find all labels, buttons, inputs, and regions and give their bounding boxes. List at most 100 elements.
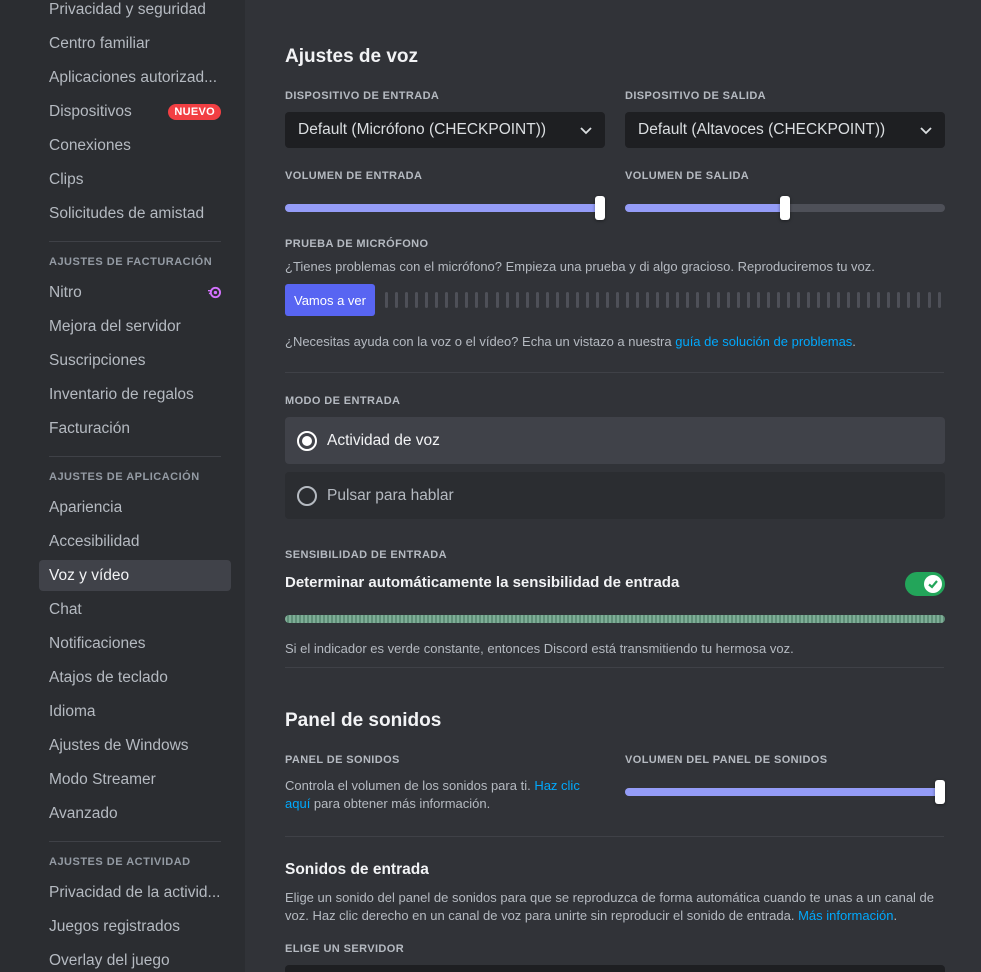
- sidebar-item-label: Chat: [49, 600, 82, 618]
- meter-bar: [445, 292, 449, 308]
- sidebar-item-label: Dispositivos: [49, 102, 132, 120]
- sensitivity-indicator-bar: [285, 615, 945, 623]
- meter-bar: [806, 292, 810, 308]
- troubleshooting-guide-link[interactable]: guía de solución de problemas: [675, 334, 852, 349]
- mic-test-description: ¿Tienes problemas con el micrófono? Empi…: [285, 259, 875, 274]
- more-info-link[interactable]: Más información: [798, 908, 893, 923]
- chevron-down-icon: [580, 127, 592, 135]
- sidebar-item-registered-games[interactable]: Juegos registrados: [39, 911, 231, 942]
- settings-content: Ajustes de voz DISPOSITIVO DE ENTRADA DI…: [245, 0, 981, 972]
- soundboard-volume-handle[interactable]: [935, 780, 945, 804]
- sidebar-item-streamer-mode[interactable]: Modo Streamer: [39, 764, 231, 795]
- meter-bar: [485, 292, 489, 308]
- sidebar-item-windows-settings[interactable]: Ajustes de Windows: [39, 730, 231, 761]
- soundboard-title: Panel de sonidos: [285, 710, 442, 731]
- mic-test-button[interactable]: Vamos a ver: [285, 284, 375, 316]
- sidebar-header-billing: AJUSTES DE FACTURACIÓN: [49, 256, 213, 268]
- sidebar-item-gift-inventory[interactable]: Inventario de regalos: [39, 379, 231, 410]
- settings-sidebar: Privacidad y seguridad Centro familiar A…: [0, 0, 245, 972]
- meter-bar: [435, 292, 439, 308]
- sidebar-item-label: Suscripciones: [49, 351, 146, 369]
- sidebar-item-label: Clips: [49, 170, 84, 188]
- input-device-value: Default (Micrófono (CHECKPOINT)): [298, 121, 547, 138]
- soundboard-volume-label: VOLUMEN DEL PANEL DE SONIDOS: [625, 754, 828, 766]
- sidebar-divider: [49, 841, 221, 842]
- sidebar-item-accessibility[interactable]: Accesibilidad: [39, 526, 231, 557]
- entry-sounds-title: Sonidos de entrada: [285, 861, 429, 878]
- meter-bar: [405, 292, 409, 308]
- sidebar-item-activity-privacy[interactable]: Privacidad de la activid...: [39, 877, 231, 908]
- sidebar-item-notifications[interactable]: Notificaciones: [39, 628, 231, 659]
- sidebar-item-keybinds[interactable]: Atajos de teclado: [39, 662, 231, 693]
- meter-bar: [877, 292, 881, 308]
- radio-voice-activity-label: Actividad de voz: [327, 431, 440, 449]
- soundboard-desc-suffix: para obtener más información.: [310, 796, 491, 811]
- chevron-down-icon: [920, 127, 932, 135]
- input-volume-fill: [285, 204, 600, 212]
- meter-bar: [555, 292, 559, 308]
- server-select[interactable]: [285, 965, 945, 972]
- sidebar-item-privacy-safety[interactable]: Privacidad y seguridad: [39, 0, 231, 25]
- sidebar-item-language[interactable]: Idioma: [39, 696, 231, 727]
- sidebar-item-subscriptions[interactable]: Suscripciones: [39, 345, 231, 376]
- sidebar-header-activity: AJUSTES DE ACTIVIDAD: [49, 856, 191, 868]
- radio-selected-icon: [297, 430, 317, 451]
- help-text: ¿Necesitas ayuda con la voz o el vídeo? …: [285, 333, 945, 351]
- meter-bar: [686, 292, 690, 308]
- sidebar-item-label: Accesibilidad: [49, 532, 140, 550]
- radio-push-to-talk-label: Pulsar para hablar: [327, 486, 454, 504]
- output-volume-slider[interactable]: [625, 196, 945, 220]
- auto-sensitivity-toggle[interactable]: [905, 572, 945, 596]
- sidebar-item-authorized-apps[interactable]: Aplicaciones autorizad...: [39, 62, 231, 93]
- sidebar-item-billing[interactable]: Facturación: [39, 413, 231, 444]
- meter-bar: [917, 292, 921, 308]
- sidebar-item-chat[interactable]: Chat: [39, 594, 231, 625]
- meter-bar: [656, 292, 660, 308]
- sidebar-item-devices[interactable]: Dispositivos NUEVO: [39, 96, 231, 127]
- sensitivity-note: Si el indicador es verde constante, ento…: [285, 641, 794, 656]
- help-text-suffix: .: [852, 334, 856, 349]
- sidebar-item-label: Notificaciones: [49, 634, 146, 652]
- sidebar-item-label: Atajos de teclado: [49, 668, 168, 686]
- sidebar-item-advanced[interactable]: Avanzado: [39, 798, 231, 829]
- sidebar-item-family-center[interactable]: Centro familiar: [39, 28, 231, 59]
- input-volume-handle[interactable]: [595, 196, 605, 220]
- meter-bar: [796, 292, 800, 308]
- radio-unselected-icon: [297, 485, 317, 506]
- soundboard-volume-slider[interactable]: [625, 780, 945, 804]
- output-device-value: Default (Altavoces (CHECKPOINT)): [638, 121, 886, 138]
- meter-bar: [897, 292, 901, 308]
- sidebar-item-clips[interactable]: Clips: [39, 164, 231, 195]
- meter-bar: [395, 292, 399, 308]
- nitro-icon: [208, 286, 221, 299]
- sidebar-item-label: Nitro: [49, 283, 82, 301]
- meter-bar: [545, 292, 549, 308]
- soundboard-description: Controla el volumen de los sonidos para …: [285, 777, 605, 813]
- page-title: Ajustes de voz: [285, 46, 419, 67]
- sidebar-item-connections[interactable]: Conexiones: [39, 130, 231, 161]
- sidebar-item-server-boost[interactable]: Mejora del servidor: [39, 311, 231, 342]
- sidebar-item-friend-requests[interactable]: Solicitudes de amistad: [39, 198, 231, 229]
- sidebar-item-label: Avanzado: [49, 804, 118, 822]
- radio-voice-activity[interactable]: Actividad de voz: [285, 417, 945, 464]
- output-device-select[interactable]: Default (Altavoces (CHECKPOINT)): [625, 112, 945, 148]
- sidebar-item-label: Idioma: [49, 702, 96, 720]
- sidebar-item-voice-video[interactable]: Voz y vídeo: [39, 560, 231, 591]
- sidebar-item-game-overlay[interactable]: Overlay del juego: [39, 945, 231, 972]
- sidebar-item-label: Facturación: [49, 419, 130, 437]
- choose-server-label: ELIGE UN SERVIDOR: [285, 943, 405, 955]
- sidebar-item-nitro[interactable]: Nitro: [39, 277, 231, 308]
- meter-bar: [515, 292, 519, 308]
- sidebar-item-appearance[interactable]: Apariencia: [39, 492, 231, 523]
- sidebar-item-label: Solicitudes de amistad: [49, 204, 205, 222]
- input-device-select[interactable]: Default (Micrófono (CHECKPOINT)): [285, 112, 605, 148]
- input-sensitivity-label: SENSIBILIDAD DE ENTRADA: [285, 549, 447, 561]
- sidebar-item-label: Ajustes de Windows: [49, 736, 189, 754]
- meter-bar: [475, 292, 479, 308]
- new-badge: NUEVO: [168, 104, 221, 120]
- radio-push-to-talk[interactable]: Pulsar para hablar: [285, 472, 945, 519]
- output-volume-fill: [625, 204, 785, 212]
- input-volume-slider[interactable]: [285, 196, 605, 220]
- output-volume-handle[interactable]: [780, 196, 790, 220]
- sidebar-item-label: Overlay del juego: [49, 951, 170, 969]
